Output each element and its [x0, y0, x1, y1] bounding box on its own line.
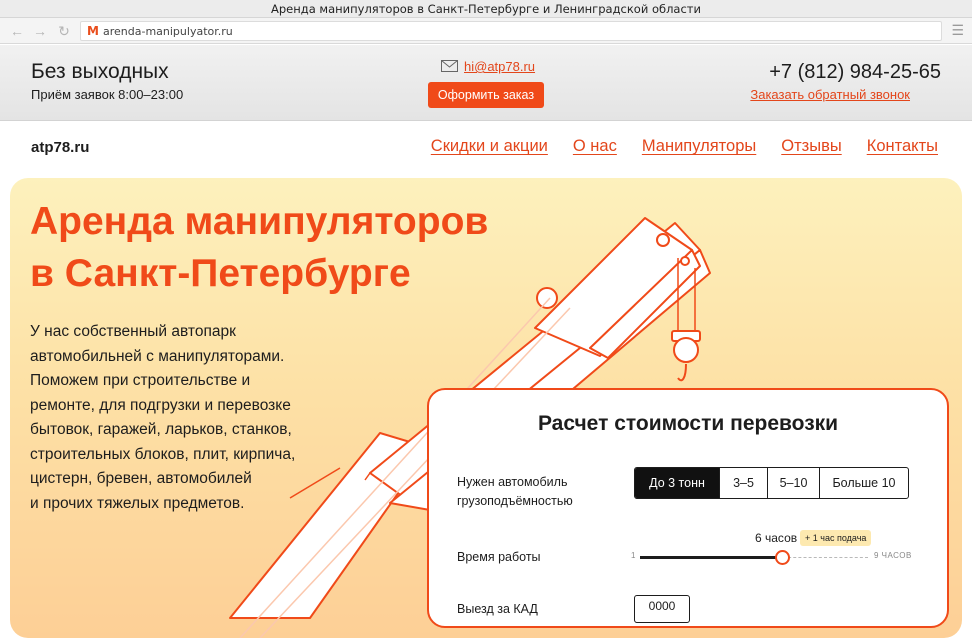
hero-title-line-2: в Санкт-Петербурге — [30, 252, 411, 295]
distance-input[interactable]: 0000 — [634, 595, 690, 623]
address-bar[interactable]: M arenda-manipulyator.ru — [80, 21, 942, 41]
window-title: Аренда манипуляторов в Санкт-Петербурге … — [0, 0, 972, 18]
hero-text-line: У нас собственный автопарк — [30, 323, 236, 340]
slider-max-label: 9 ЧАСОВ — [874, 551, 912, 560]
callback-link[interactable]: Заказать обратный звонок — [750, 87, 910, 102]
hero-text-line: ремонте, для подгрузки и перевозке — [30, 396, 291, 414]
slider-track-filled[interactable] — [640, 556, 783, 559]
calculator-title: Расчет стоимости перевозки — [537, 412, 839, 435]
hero-text-line: строительных блоков, плит, кирпича, — [30, 445, 296, 463]
url-text[interactable]: arenda-manipulyator.ru — [103, 25, 233, 38]
site-favicon-icon: M — [87, 24, 99, 38]
capacity-label: Нужен автомобиль грузоподъёмностью — [457, 473, 573, 511]
hero-title: Аренда манипуляторов в Санкт-Петербурге — [30, 196, 590, 300]
delivery-hour-badge: + 1 час подача — [800, 530, 872, 546]
nav-link-manipulators[interactable]: Манипуляторы — [642, 137, 756, 156]
nav-link-about[interactable]: О нас — [573, 137, 617, 156]
envelope-icon — [441, 60, 458, 72]
hero-text-line: цистерн, бревен, автомобилей — [30, 470, 252, 487]
hero-text-line: и прочих тяжелых предметов. — [30, 494, 245, 512]
working-hours: Приём заявок 8:00–23:00 — [31, 87, 184, 102]
slider-min-label: 1 — [631, 551, 636, 560]
hero-text-line: автомобильней с манипуляторами. — [30, 347, 285, 365]
email-link[interactable]: hi@atp78.ru — [464, 59, 535, 74]
order-button[interactable]: Оформить заказ — [428, 82, 544, 108]
browser-toolbar: ← → ↻ M arenda-manipulyator.ru ☰ — [0, 18, 972, 44]
phone-number[interactable]: +7 (812) 984-25-65 — [769, 61, 941, 84]
site-logo[interactable]: atp78.ru — [31, 139, 89, 156]
outside-ring-road-label: Выезд за КАД — [457, 602, 538, 616]
capacity-option-5-10[interactable]: 5–10 — [767, 468, 819, 498]
reload-icon[interactable]: ↻ — [55, 22, 73, 40]
nav-link-discounts[interactable]: Скидки и акции — [431, 137, 548, 156]
hero-text-line: бытовок, гаражей, ларьков, станков, — [30, 421, 292, 438]
slider-track-empty[interactable] — [783, 557, 868, 558]
forward-arrow-icon[interactable]: → — [31, 22, 49, 40]
hours-value: 6 часов — [755, 531, 798, 545]
contact-bar: Без выходных Приём заявок 8:00–23:00 hi@… — [0, 45, 972, 121]
capacity-option-3-5[interactable]: 3–5 — [719, 468, 767, 498]
nav-link-reviews[interactable]: Отзывы — [781, 137, 841, 156]
back-arrow-icon[interactable]: ← — [8, 22, 26, 40]
hero-description: У нас собственный автопарк автомобильней… — [30, 320, 330, 516]
working-days: Без выходных — [31, 60, 169, 83]
nav-links: Скидки и акции О нас Манипуляторы Отзывы… — [431, 137, 938, 156]
cost-calculator: Расчет стоимости перевозки Нужен автомоб… — [427, 388, 949, 628]
capacity-label-line-1: Нужен автомобиль — [457, 475, 568, 489]
capacity-label-line-2: грузоподъёмностью — [457, 494, 573, 508]
nav-link-contacts[interactable]: Контакты — [867, 137, 938, 156]
hours-slider-thumb[interactable] — [775, 550, 790, 565]
hero-text-line: Поможем при строительстве и — [30, 372, 251, 389]
capacity-selector: До 3 тонн 3–5 5–10 Больше 10 — [634, 467, 909, 499]
capacity-option-over-10[interactable]: Больше 10 — [819, 468, 908, 498]
time-label: Время работы — [457, 550, 541, 564]
browser-menu-icon[interactable]: ☰ — [951, 22, 964, 39]
capacity-option-up-to-3[interactable]: До 3 тонн — [635, 468, 719, 498]
hero-title-line-1: Аренда манипуляторов — [30, 200, 489, 243]
main-nav: atp78.ru Скидки и акции О нас Манипулято… — [0, 122, 972, 174]
